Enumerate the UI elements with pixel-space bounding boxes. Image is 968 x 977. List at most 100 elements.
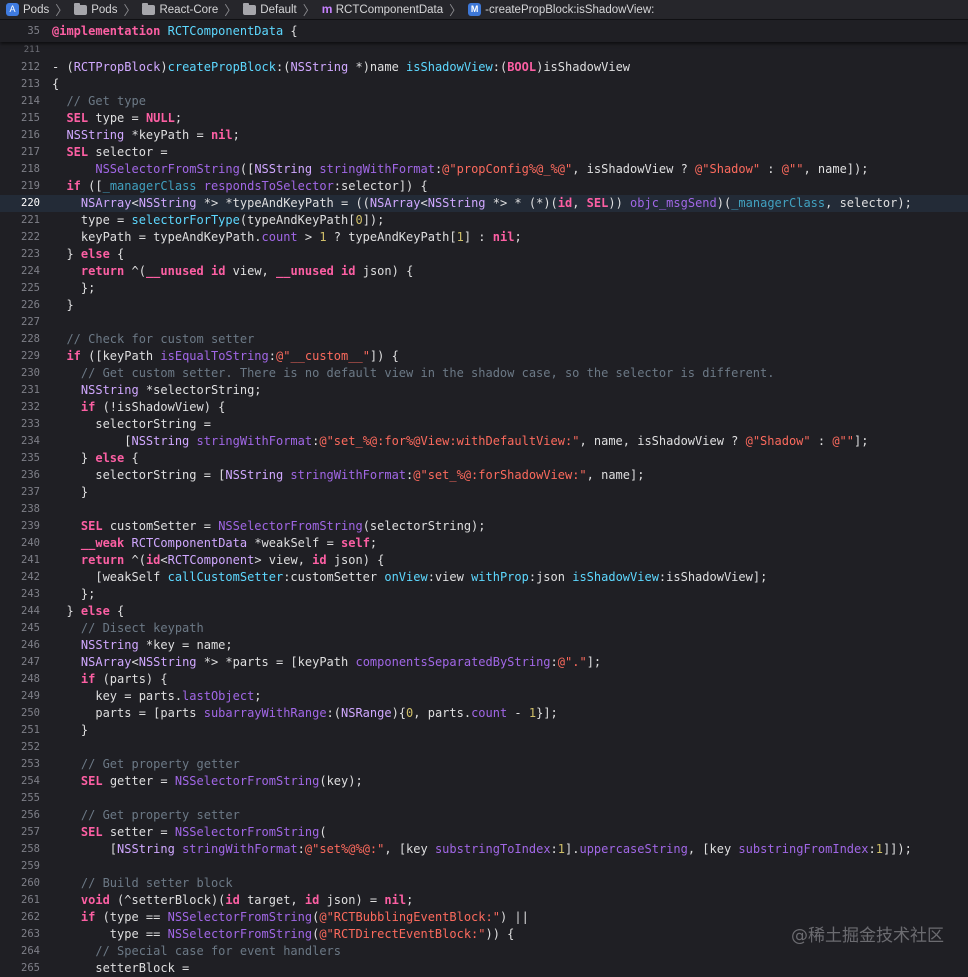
code-line[interactable]: 256 // Get property setter (0, 807, 968, 824)
breadcrumb-item[interactable]: React-Core 〉 (136, 0, 237, 19)
code-text[interactable]: SEL type = NULL; (40, 110, 968, 127)
code-text[interactable]: // Disect keypath (40, 620, 968, 637)
line-number[interactable]: 227 (0, 314, 40, 331)
code-text[interactable]: keyPath = typeAndKeyPath.count > 1 ? typ… (40, 229, 968, 246)
code-text[interactable]: NSSelectorFromString([NSString stringWit… (40, 161, 968, 178)
code-text[interactable]: } (40, 297, 968, 314)
line-number[interactable]: 238 (0, 501, 40, 518)
code-line[interactable]: 254 SEL getter = NSSelectorFromString(ke… (0, 773, 968, 790)
code-line[interactable]: 230 // Get custom setter. There is no de… (0, 365, 968, 382)
code-line[interactable]: 238 (0, 501, 968, 518)
line-number[interactable]: 261 (0, 892, 40, 909)
code-line[interactable]: 218 NSSelectorFromString([NSString strin… (0, 161, 968, 178)
line-number[interactable]: 250 (0, 705, 40, 722)
code-line[interactable]: 261 void (^setterBlock)(id target, id js… (0, 892, 968, 909)
code-text[interactable]: // Get property getter (40, 756, 968, 773)
code-line[interactable]: 247 NSArray<NSString *> *parts = [keyPat… (0, 654, 968, 671)
line-number[interactable]: 220 (0, 195, 40, 212)
code-text[interactable]: SEL customSetter = NSSelectorFromString(… (40, 518, 968, 535)
code-text[interactable]: NSString *keyPath = nil; (40, 127, 968, 144)
code-text[interactable]: key = parts.lastObject; (40, 688, 968, 705)
code-text[interactable]: } else { (40, 450, 968, 467)
line-number[interactable]: 213 (0, 76, 40, 93)
line-number[interactable]: 217 (0, 144, 40, 161)
line-number[interactable]: 229 (0, 348, 40, 365)
code-editor[interactable]: 211 212- (RCTPropBlock)createPropBlock:(N… (0, 42, 968, 977)
code-line[interactable]: 228 // Check for custom setter (0, 331, 968, 348)
code-text[interactable]: { (40, 76, 968, 93)
code-text[interactable]: - (RCTPropBlock)createPropBlock:(NSStrin… (40, 59, 968, 76)
code-line[interactable]: 259 (0, 858, 968, 875)
code-line[interactable]: 216 NSString *keyPath = nil; (0, 127, 968, 144)
code-line[interactable]: 213 { (0, 76, 968, 93)
line-number[interactable]: 251 (0, 722, 40, 739)
code-line[interactable]: 231 NSString *selectorString; (0, 382, 968, 399)
code-text[interactable]: // Get property setter (40, 807, 968, 824)
code-line[interactable]: 226 } (0, 297, 968, 314)
line-number[interactable]: 216 (0, 127, 40, 144)
code-line[interactable]: 235 } else { (0, 450, 968, 467)
line-number[interactable]: 258 (0, 841, 40, 858)
line-number[interactable]: 245 (0, 620, 40, 637)
line-number[interactable]: 264 (0, 943, 40, 960)
line-number[interactable]: 252 (0, 739, 40, 756)
code-line[interactable]: 220 NSArray<NSString *> *typeAndKeyPath … (0, 195, 968, 212)
code-line[interactable]: 239 SEL customSetter = NSSelectorFromStr… (0, 518, 968, 535)
code-line[interactable]: 260 // Build setter block (0, 875, 968, 892)
code-text[interactable] (40, 739, 968, 756)
code-line[interactable]: 245 // Disect keypath (0, 620, 968, 637)
line-number[interactable]: 236 (0, 467, 40, 484)
line-number[interactable]: 215 (0, 110, 40, 127)
code-text[interactable] (40, 42, 968, 59)
code-text[interactable]: return ^(id<RCTComponent> view, id json)… (40, 552, 968, 569)
code-line[interactable]: 243 }; (0, 586, 968, 603)
code-text[interactable]: } else { (40, 246, 968, 263)
breadcrumb-item[interactable]: m RCTComponentData 〉 (316, 0, 462, 19)
code-text[interactable]: return ^(__unused id view, __unused id j… (40, 263, 968, 280)
line-number[interactable]: 211 (0, 42, 40, 59)
sticky-scope-header[interactable]: 35 @implementation RCTComponentData { (0, 20, 968, 42)
line-number[interactable]: 224 (0, 263, 40, 280)
code-text[interactable]: NSArray<NSString *> *typeAndKeyPath = ((… (40, 195, 968, 212)
line-number[interactable]: 248 (0, 671, 40, 688)
line-number[interactable]: 237 (0, 484, 40, 501)
code-line[interactable]: 253 // Get property getter (0, 756, 968, 773)
code-line[interactable]: 251 } (0, 722, 968, 739)
code-text[interactable]: type = selectorForType(typeAndKeyPath[0]… (40, 212, 968, 229)
line-number[interactable]: 222 (0, 229, 40, 246)
code-line[interactable]: 224 return ^(__unused id view, __unused … (0, 263, 968, 280)
code-text[interactable] (40, 858, 968, 875)
code-line[interactable]: 257 SEL setter = NSSelectorFromString( (0, 824, 968, 841)
code-text[interactable]: // Get custom setter. There is no defaul… (40, 365, 968, 382)
code-text[interactable]: [NSString stringWithFormat:@"set%@%@:", … (40, 841, 968, 858)
line-number[interactable]: 234 (0, 433, 40, 450)
line-number[interactable]: 231 (0, 382, 40, 399)
line-number[interactable]: 256 (0, 807, 40, 824)
line-number[interactable]: 262 (0, 909, 40, 926)
code-line[interactable]: 211 (0, 42, 968, 59)
line-number[interactable]: 254 (0, 773, 40, 790)
code-line[interactable]: 225 }; (0, 280, 968, 297)
code-line[interactable]: 255 (0, 790, 968, 807)
code-line[interactable]: 221 type = selectorForType(typeAndKeyPat… (0, 212, 968, 229)
code-text[interactable]: if (!isShadowView) { (40, 399, 968, 416)
code-line[interactable]: 250 parts = [parts subarrayWithRange:(NS… (0, 705, 968, 722)
line-number[interactable]: 259 (0, 858, 40, 875)
code-line[interactable]: 237 } (0, 484, 968, 501)
line-number[interactable]: 235 (0, 450, 40, 467)
line-number[interactable]: 218 (0, 161, 40, 178)
code-text[interactable]: SEL setter = NSSelectorFromString( (40, 824, 968, 841)
line-number[interactable]: 214 (0, 93, 40, 110)
line-number[interactable]: 212 (0, 59, 40, 76)
code-text[interactable]: } else { (40, 603, 968, 620)
code-line[interactable]: 241 return ^(id<RCTComponent> view, id j… (0, 552, 968, 569)
code-text[interactable]: selectorString = [NSString stringWithFor… (40, 467, 968, 484)
code-text[interactable]: SEL selector = (40, 144, 968, 161)
breadcrumb-item[interactable]: A Pods 〉 (0, 0, 68, 19)
code-text[interactable]: // Check for custom setter (40, 331, 968, 348)
code-text[interactable]: parts = [parts subarrayWithRange:(NSRang… (40, 705, 968, 722)
line-number[interactable]: 263 (0, 926, 40, 943)
line-number[interactable]: 239 (0, 518, 40, 535)
code-line[interactable]: 222 keyPath = typeAndKeyPath.count > 1 ?… (0, 229, 968, 246)
line-number[interactable]: 225 (0, 280, 40, 297)
